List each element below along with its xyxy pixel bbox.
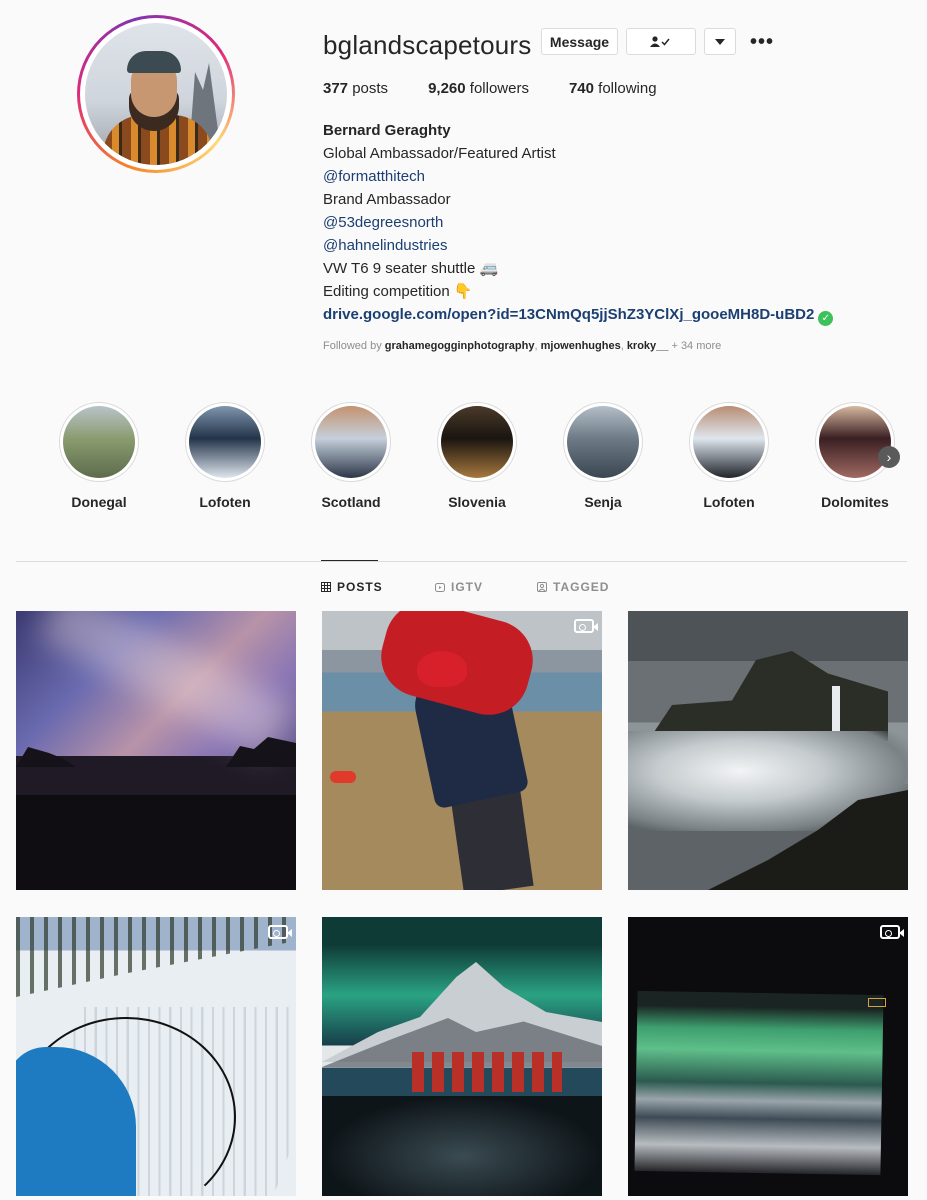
- following-count: 740: [568, 80, 594, 97]
- igtv-icon: [435, 583, 445, 592]
- post-thumbnail[interactable]: [628, 917, 908, 1196]
- bio-line: Global Ambassador/Featured Artist: [323, 145, 556, 162]
- highlight-cover: [189, 406, 261, 478]
- chevron-right-icon[interactable]: ›: [878, 446, 900, 468]
- highlight-cover: [567, 406, 639, 478]
- rock-silhouette: [16, 747, 76, 767]
- post-kayak: [330, 771, 356, 783]
- verified-icon: ✓: [818, 311, 834, 326]
- tab-tagged[interactable]: TAGGED: [537, 580, 609, 594]
- post-thumbnail[interactable]: [628, 611, 908, 890]
- avatar-image: [85, 23, 227, 165]
- video-icon: [880, 925, 904, 939]
- highlight-label: Senja: [584, 494, 622, 510]
- highlight-ring: [59, 402, 139, 482]
- highlight-label: Scotland: [321, 494, 381, 510]
- tab-label: TAGGED: [553, 580, 610, 594]
- following-stat[interactable]: 740 following: [569, 80, 657, 97]
- profile-avatar[interactable]: [77, 15, 235, 173]
- bio-mention-link[interactable]: @53degreesnorth: [323, 211, 833, 234]
- highlight-cover: [315, 406, 387, 478]
- post-houses: [412, 1052, 562, 1092]
- post-rocks: [322, 1096, 602, 1196]
- followed-by-prefix: Followed by: [323, 340, 385, 352]
- grid-icon: [321, 582, 331, 592]
- highlight-cover: [819, 406, 891, 478]
- bio-mention-link[interactable]: @formatthitech: [323, 165, 833, 188]
- highlight-label: Lofoten: [703, 494, 755, 510]
- post-thumbnail[interactable]: [322, 611, 602, 890]
- bio-website-link[interactable]: drive.google.com/open?id=13CNmQq5jjShZ3Y…: [323, 306, 814, 323]
- highlight-label: Dolomites: [821, 494, 889, 510]
- followers-count: 9,260: [428, 80, 466, 97]
- story-highlight[interactable]: Lofoten: [684, 402, 774, 510]
- avatar-frame: [80, 18, 232, 170]
- follower-name[interactable]: kroky__: [627, 340, 669, 352]
- highlight-cover: [693, 406, 765, 478]
- avatar-cap: [127, 51, 181, 73]
- tab-igtv[interactable]: IGTV: [435, 580, 483, 594]
- story-highlight[interactable]: Donegal: [54, 402, 144, 510]
- highlight-label: Slovenia: [448, 494, 506, 510]
- tab-posts[interactable]: POSTS: [321, 580, 383, 594]
- followers-label: followers: [469, 80, 529, 97]
- highlight-ring: [815, 402, 895, 482]
- post-thumbnail[interactable]: [16, 917, 296, 1196]
- milky-way: [37, 611, 295, 759]
- post-figure-hat: [417, 651, 467, 687]
- posts-count: 377: [323, 80, 349, 97]
- post-trees: [16, 917, 296, 997]
- highlight-cover: [63, 406, 135, 478]
- bio-mention-link[interactable]: @hahnelindustries: [323, 234, 833, 257]
- followed-by-more: + 34 more: [668, 340, 722, 352]
- following-button[interactable]: [626, 28, 696, 55]
- section-divider: [16, 561, 907, 562]
- bio-line: Editing competition 👇: [323, 283, 473, 300]
- tagged-icon: [537, 582, 547, 592]
- suggested-dropdown-button[interactable]: [704, 28, 736, 55]
- message-button[interactable]: Message: [541, 28, 618, 55]
- highlight-ring: [185, 402, 265, 482]
- follower-name[interactable]: mjowenhughes: [541, 340, 621, 352]
- post-thumbnail[interactable]: [322, 917, 602, 1196]
- battery-icon: [868, 998, 886, 1007]
- follower-name[interactable]: grahamegogginphotography: [385, 340, 535, 352]
- profile-bio: Bernard Geraghty Global Ambassador/Featu…: [323, 119, 834, 326]
- highlight-ring: [689, 402, 769, 482]
- highlight-ring: [311, 402, 391, 482]
- followed-by[interactable]: Followed by grahamegogginphotography, mj…: [323, 340, 721, 352]
- tab-label: IGTV: [451, 580, 484, 594]
- person-check-icon: [650, 35, 670, 47]
- video-icon: [268, 925, 292, 939]
- active-tab-indicator: [321, 560, 378, 561]
- profile-full-name: Bernard Geraghty: [323, 122, 451, 139]
- post-thumbnail[interactable]: [16, 611, 296, 890]
- story-highlight[interactable]: Lofoten: [180, 402, 270, 510]
- story-highlight[interactable]: Slovenia: [432, 402, 522, 510]
- highlight-label: Donegal: [71, 494, 127, 510]
- bio-line: Brand Ambassador: [323, 191, 451, 208]
- bio-line: VW T6 9 seater shuttle 🚐: [323, 260, 499, 277]
- post-screen: [634, 990, 884, 1176]
- tab-label: POSTS: [337, 580, 383, 594]
- profile-username: bglandscapetours: [323, 30, 532, 60]
- chevron-down-icon: [715, 38, 725, 45]
- profile-stats: 377 posts 9,260 followers 740 following: [323, 80, 657, 97]
- more-dots-icon[interactable]: •••: [750, 31, 774, 54]
- posts-label: posts: [352, 80, 389, 97]
- highlight-label: Lofoten: [199, 494, 251, 510]
- posts-stat: 377 posts: [323, 80, 388, 97]
- highlight-cover: [441, 406, 513, 478]
- highlight-ring: [437, 402, 517, 482]
- story-highlight[interactable]: Scotland: [306, 402, 396, 510]
- highlight-ring: [563, 402, 643, 482]
- story-highlight[interactable]: Senja: [558, 402, 648, 510]
- post-cliff: [648, 651, 888, 741]
- followers-stat[interactable]: 9,260 followers: [428, 80, 529, 97]
- video-icon: [574, 619, 598, 633]
- following-label: following: [598, 80, 657, 97]
